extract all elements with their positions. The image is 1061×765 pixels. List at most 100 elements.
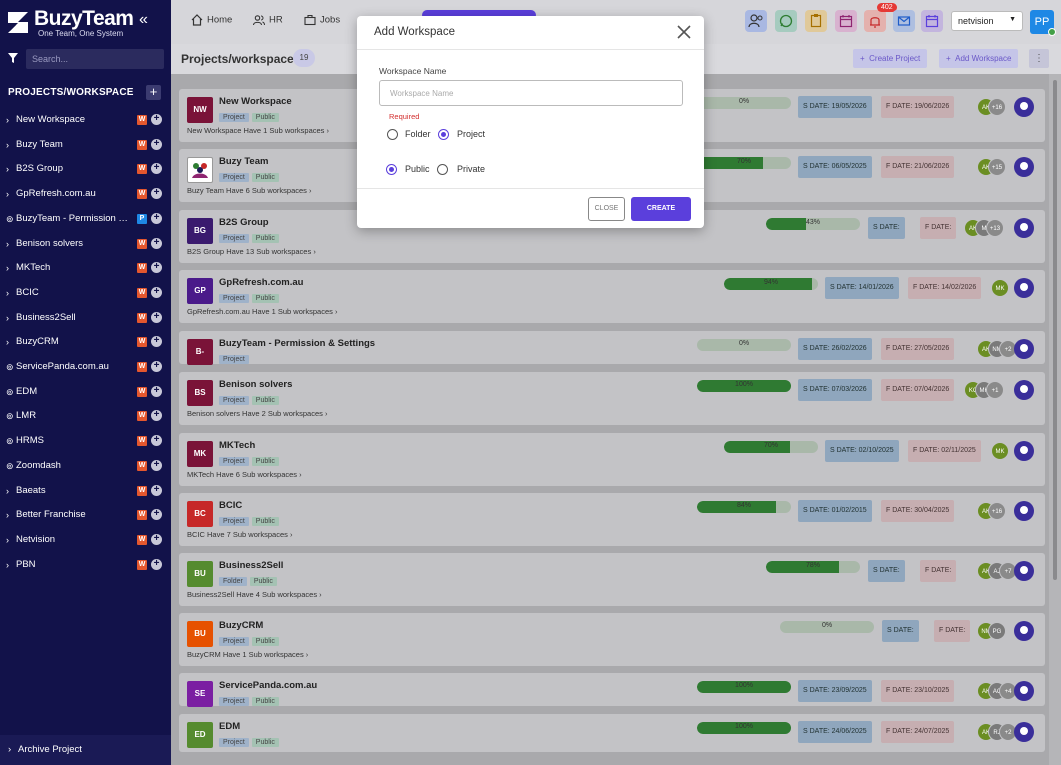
workspace-title[interactable]: GpRefresh.com.au (219, 277, 303, 288)
search-input[interactable]: Search... (26, 49, 164, 69)
add-member-icon[interactable] (1014, 97, 1034, 117)
more-members-badge[interactable]: +1 (986, 381, 1004, 399)
sidebar-item[interactable]: ⊚ BuzyTeam - Permission & S... P + (0, 210, 171, 228)
collapse-sidebar-icon[interactable]: « (139, 11, 148, 29)
add-member-icon[interactable] (1014, 621, 1034, 641)
sidebar-item[interactable]: ⊚ Zoomdash W + (0, 457, 171, 475)
sidebar-item[interactable]: › BCIC W + (0, 284, 171, 302)
sidebar-item[interactable]: › Netvision W + (0, 531, 171, 549)
sidebar-item[interactable]: ⊚ EDM W + (0, 383, 171, 401)
sub-workspaces-link[interactable]: Buzy Team Have 6 Sub workspaces › (187, 186, 312, 195)
workspace-title[interactable]: BCIC (219, 500, 242, 511)
sidebar-item[interactable]: › B2S Group W + (0, 160, 171, 178)
sidebar-item[interactable]: › Better Franchise W + (0, 506, 171, 524)
add-icon[interactable]: + (151, 262, 162, 274)
workspace-card[interactable]: SE ServicePanda.com.au Project Public 100% S … (179, 673, 1045, 707)
add-member-icon[interactable] (1014, 722, 1034, 742)
sidebar-item[interactable]: ⊚ ServicePanda.com.au W + (0, 358, 171, 376)
workspace-title[interactable]: New Workspace (219, 96, 292, 107)
add-icon[interactable]: + (151, 188, 162, 200)
add-icon[interactable]: + (151, 138, 162, 150)
sub-workspaces-link[interactable]: Benison solvers Have 2 Sub workspaces › (187, 409, 328, 418)
archive-project-link[interactable]: › Archive Project (0, 735, 171, 765)
nav-home[interactable]: Home (191, 14, 232, 26)
user-avatar[interactable]: PP (1030, 10, 1056, 36)
team-icon[interactable] (745, 10, 767, 32)
add-icon[interactable]: + (151, 311, 162, 323)
workspace-title[interactable]: Business2Sell (219, 560, 283, 571)
add-member-icon[interactable] (1014, 561, 1034, 581)
filter-icon[interactable] (8, 53, 18, 63)
create-button[interactable]: CREATE (631, 197, 691, 221)
more-members-badge[interactable]: +13 (986, 219, 1004, 237)
sub-workspaces-link[interactable]: B2S Group Have 13 Sub workspaces › (187, 247, 316, 256)
create-project-button[interactable]: + Create Project (853, 49, 928, 68)
sidebar-item[interactable]: ⊚ LMR W + (0, 407, 171, 425)
sub-workspaces-link[interactable]: BCIC Have 7 Sub workspaces › (187, 530, 292, 539)
brand-logo[interactable]: BuzyTeam One Team, One System (6, 7, 156, 38)
add-member-icon[interactable] (1014, 441, 1034, 461)
workspace-card[interactable]: BC BCIC Project Public BCIC Have 7 Sub works… (179, 493, 1045, 546)
add-icon[interactable]: + (151, 533, 162, 545)
add-member-icon[interactable] (1014, 278, 1034, 298)
sidebar-item[interactable]: › Baeats W + (0, 482, 171, 500)
sub-workspaces-link[interactable]: BuzyCRM Have 1 Sub workspaces › (187, 650, 308, 659)
chat-icon[interactable] (775, 10, 797, 32)
add-icon[interactable]: + (151, 558, 162, 570)
folder-radio[interactable] (387, 129, 398, 140)
sidebar-item[interactable]: › MKTech W + (0, 259, 171, 277)
workspace-title[interactable]: MKTech (219, 440, 255, 451)
add-member-icon[interactable] (1014, 157, 1034, 177)
workspace-title[interactable]: ServicePanda.com.au (219, 680, 317, 691)
sub-workspaces-link[interactable]: GpRefresh.com.au Have 1 Sub workspaces › (187, 307, 338, 316)
scrollbar-thumb[interactable] (1053, 80, 1057, 580)
add-icon[interactable]: + (151, 385, 162, 397)
public-radio[interactable] (386, 164, 397, 175)
workspace-card[interactable]: BU Business2Sell Folder Public Business2Sell… (179, 553, 1045, 606)
add-member-icon[interactable] (1014, 380, 1034, 400)
schedule-icon[interactable] (921, 10, 943, 32)
sub-workspaces-link[interactable]: New Workspace Have 1 Sub workspaces › (187, 126, 329, 135)
add-icon[interactable]: + (151, 212, 162, 224)
add-icon[interactable]: + (151, 336, 162, 348)
more-options-icon[interactable]: ⋮ (1029, 49, 1049, 68)
workspace-card[interactable]: BS Benison solvers Project Public Benison so… (179, 372, 1045, 425)
company-select[interactable]: netvision ▼ (951, 11, 1023, 31)
workspace-title[interactable]: Benison solvers (219, 379, 292, 390)
workspace-title[interactable]: BuzyTeam - Permission & Settings (219, 338, 375, 349)
add-workspace-plus-button[interactable]: + (146, 85, 161, 100)
add-icon[interactable]: + (151, 286, 162, 298)
add-icon[interactable]: + (151, 114, 162, 125)
more-members-badge[interactable]: +16 (988, 502, 1006, 520)
clipboard-icon[interactable] (805, 10, 827, 32)
member-avatar[interactable]: MK (991, 442, 1009, 460)
add-member-icon[interactable] (1014, 218, 1034, 238)
add-icon[interactable]: + (151, 163, 162, 175)
add-icon[interactable]: + (151, 509, 162, 521)
add-member-icon[interactable] (1014, 501, 1034, 521)
add-icon[interactable]: + (151, 361, 162, 372)
add-icon[interactable]: + (151, 410, 162, 422)
workspace-card[interactable]: B- BuzyTeam - Permission & Settings Projec… (179, 331, 1045, 365)
more-members-badge[interactable]: +16 (988, 98, 1006, 116)
add-icon[interactable]: + (151, 459, 162, 471)
member-avatar[interactable]: MK (991, 279, 1009, 297)
workspace-card[interactable]: BU BuzyCRM Project Public BuzyCRM Have 1 Sub… (179, 613, 1045, 666)
add-member-icon[interactable] (1014, 681, 1034, 701)
nav-jobs[interactable]: Jobs (304, 14, 340, 26)
mail-icon[interactable] (893, 10, 915, 32)
workspace-card[interactable]: MK MKTech Project Public MKTech Have 6 Sub w… (179, 433, 1045, 486)
nav-hr[interactable]: HR (253, 14, 283, 26)
workspace-title[interactable]: BuzyCRM (219, 620, 263, 631)
more-members-badge[interactable]: +15 (988, 158, 1006, 176)
private-radio[interactable] (437, 164, 448, 175)
workspace-title[interactable]: Buzy Team (219, 156, 268, 167)
add-member-icon[interactable] (1014, 339, 1034, 359)
sub-workspaces-link[interactable]: Business2Sell Have 4 Sub workspaces › (187, 590, 322, 599)
sidebar-item[interactable]: › GpRefresh.com.au W + (0, 185, 171, 203)
add-icon[interactable]: + (151, 435, 162, 447)
sidebar-item[interactable]: ⊚ HRMS W + (0, 432, 171, 450)
add-workspace-button[interactable]: + Add Workspace (939, 49, 1019, 68)
add-icon[interactable]: + (151, 484, 162, 496)
workspace-name-input[interactable]: Workspace Name (379, 80, 683, 106)
